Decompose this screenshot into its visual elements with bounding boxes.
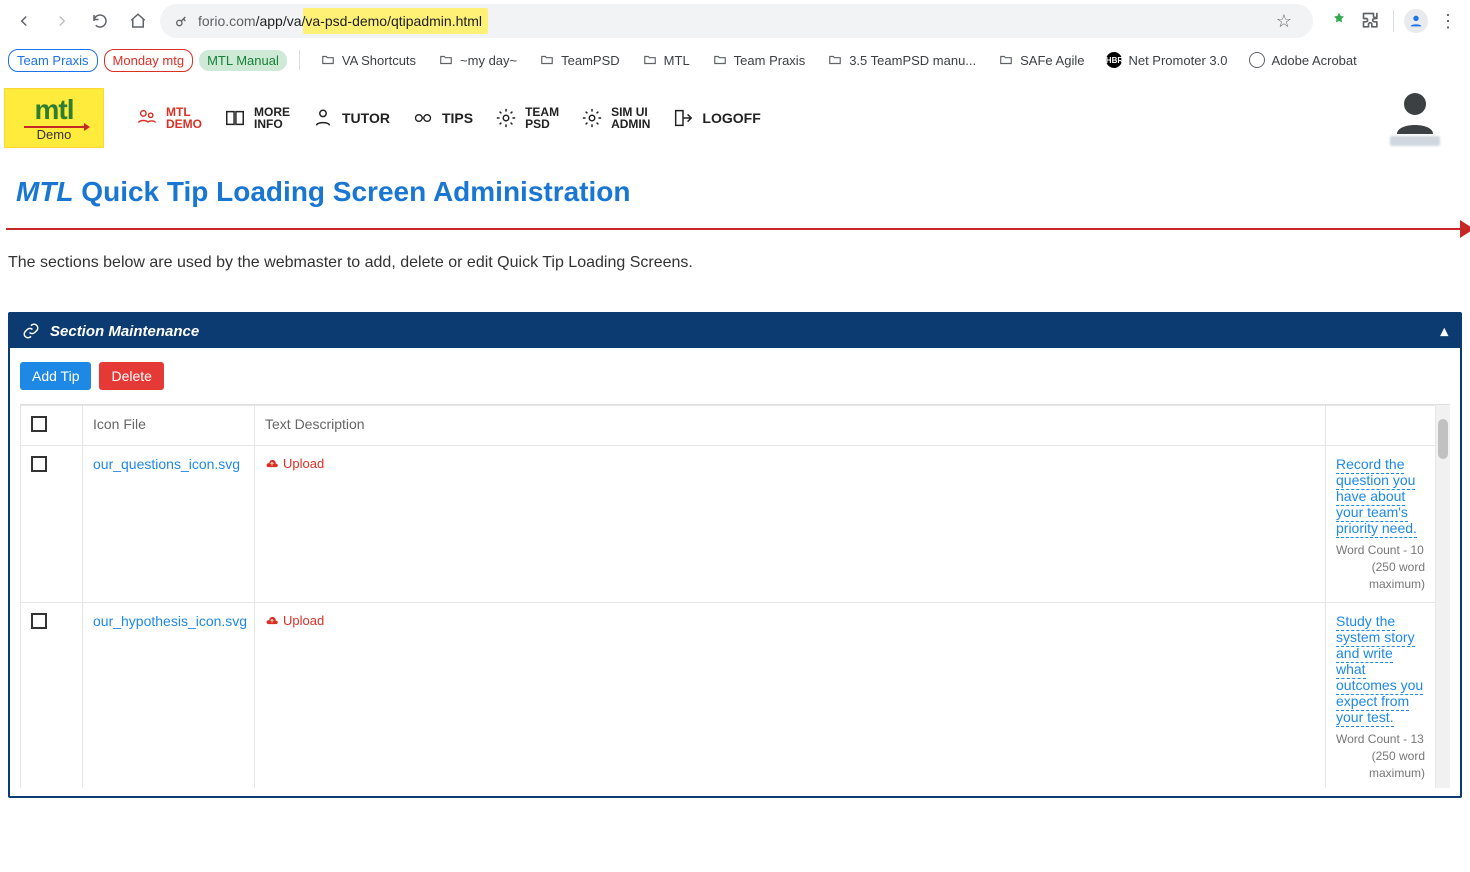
back-button[interactable] [8, 5, 40, 37]
word-count: Word Count - 10 (250 word maximum) [1336, 542, 1425, 592]
logo-arrow-icon [24, 126, 84, 128]
profile-menu[interactable] [1390, 90, 1460, 146]
bookmark-folder[interactable]: ~my day~ [430, 49, 525, 72]
nav-mtl-demo[interactable]: MTLDEMO [134, 105, 202, 131]
profile-button[interactable] [1402, 7, 1430, 35]
url-host: forio.com [198, 13, 256, 29]
link-icon [22, 322, 40, 340]
glasses-icon [410, 105, 436, 131]
bookmark-separator [299, 50, 300, 70]
forward-button[interactable] [46, 5, 78, 37]
page-subtitle: The sections below are used by the webma… [0, 254, 1470, 272]
main-nav: MTLDEMO MOREINFO TUTOR TIPS TEAMPSD SIM … [134, 105, 761, 131]
bookmark-star-icon[interactable]: ☆ [1269, 11, 1299, 32]
people-icon [134, 105, 160, 131]
nav-sim-ui-admin[interactable]: SIM UIADMIN [579, 105, 650, 131]
row-checkbox[interactable] [21, 446, 83, 603]
nav-logoff[interactable]: LOGOFF [670, 105, 760, 131]
header-desc: Text Description [255, 406, 1326, 446]
logo-subtext: Demo [37, 128, 72, 141]
add-tip-button[interactable]: Add Tip [20, 362, 91, 390]
globe-icon [1249, 52, 1265, 68]
upload-button[interactable]: Upload [265, 613, 1315, 628]
browser-toolbar: forio.com/app/va/va-psd-demo/qtipadmin.h… [0, 0, 1470, 42]
logout-icon [670, 105, 696, 131]
bookmark-chip-mtl-manual[interactable]: MTL Manual [199, 50, 287, 71]
table-row: our_hypothesis_icon.svg Upload Study the… [21, 603, 1436, 788]
table-header-row: Icon File Text Description [21, 406, 1436, 446]
hbr-icon: HBR [1106, 52, 1122, 68]
bookmark-chip-monday-mtg[interactable]: Monday mtg [104, 49, 194, 72]
nav-tips[interactable]: TIPS [410, 105, 473, 131]
book-icon [222, 105, 248, 131]
nav-team-psd[interactable]: TEAMPSD [493, 105, 559, 131]
bookmark-folder[interactable]: VA Shortcuts [312, 49, 424, 72]
home-button[interactable] [122, 5, 154, 37]
bookmark-folder[interactable]: 3.5 TeamPSD manu... [819, 49, 984, 72]
extensions-button[interactable] [1357, 7, 1385, 35]
nav-more-info[interactable]: MOREINFO [222, 105, 290, 131]
tip-text[interactable]: Record the question you have about your … [1336, 456, 1425, 536]
word-count: Word Count - 13 (250 word maximum) [1336, 731, 1425, 781]
panel-header[interactable]: Section Maintenance ▴ [10, 314, 1460, 348]
header-notes [1326, 406, 1436, 446]
cloud-upload-icon [265, 457, 279, 471]
section-maintenance-panel: Section Maintenance ▴ Add Tip Delete Ico… [8, 312, 1462, 798]
bookmarks-bar: Team Praxis Monday mtg MTL Manual VA Sho… [0, 42, 1470, 78]
app-logo[interactable]: mtl Demo [4, 88, 104, 148]
bookmark-chip-team-praxis[interactable]: Team Praxis [8, 49, 98, 72]
header-file: Icon File [83, 406, 255, 446]
delete-button[interactable]: Delete [99, 362, 163, 390]
bookmark-folder[interactable]: MTL [634, 49, 698, 72]
extension-icon[interactable] [1325, 7, 1353, 35]
logo-text: mtl [35, 96, 74, 124]
chrome-right: ⋮ [1319, 7, 1462, 35]
panel-title: Section Maintenance [50, 323, 199, 340]
url-path: /app/va/va-psd-demo/qtipadmin.html [256, 13, 482, 29]
page-title: MTL Quick Tip Loading Screen Administrat… [16, 176, 1460, 208]
tip-text[interactable]: Study the system story and write what ou… [1336, 613, 1425, 725]
gear-icon [493, 105, 519, 131]
bookmark-folder[interactable]: SAFe Agile [990, 49, 1092, 72]
bookmark-link[interactable]: HBRNet Promoter 3.0 [1098, 48, 1235, 72]
cloud-upload-icon [265, 614, 279, 628]
profile-name-blur [1390, 136, 1440, 146]
scrollbar-thumb[interactable] [1438, 419, 1448, 459]
row-checkbox[interactable] [21, 603, 83, 788]
header-checkbox[interactable] [21, 406, 83, 446]
address-bar[interactable]: forio.com/app/va/va-psd-demo/qtipadmin.h… [160, 4, 1313, 38]
upload-button[interactable]: Upload [265, 456, 1315, 471]
bookmark-folder[interactable]: Team Praxis [704, 49, 814, 72]
app-header: mtl Demo MTLDEMO MOREINFO TUTOR TIPS TEA… [0, 78, 1470, 158]
table-row: our_questions_icon.svg Upload Record the… [21, 446, 1436, 603]
avatar-icon [1391, 90, 1439, 134]
file-link[interactable]: our_hypothesis_icon.svg [93, 613, 247, 629]
nav-tutor[interactable]: TUTOR [310, 105, 390, 131]
bookmark-folder[interactable]: TeamPSD [531, 49, 628, 72]
person-icon [310, 105, 336, 131]
file-link[interactable]: our_questions_icon.svg [93, 456, 240, 472]
bookmark-link[interactable]: Adobe Acrobat [1241, 48, 1364, 72]
tips-table: Icon File Text Description our_questions… [20, 404, 1450, 788]
reload-button[interactable] [84, 5, 116, 37]
scrollbar[interactable] [1436, 405, 1450, 788]
site-info-icon[interactable] [174, 13, 190, 29]
chrome-menu-button[interactable]: ⋮ [1434, 7, 1462, 35]
title-rule [0, 216, 1470, 242]
gear-icon [579, 105, 605, 131]
collapse-icon[interactable]: ▴ [1440, 322, 1448, 340]
